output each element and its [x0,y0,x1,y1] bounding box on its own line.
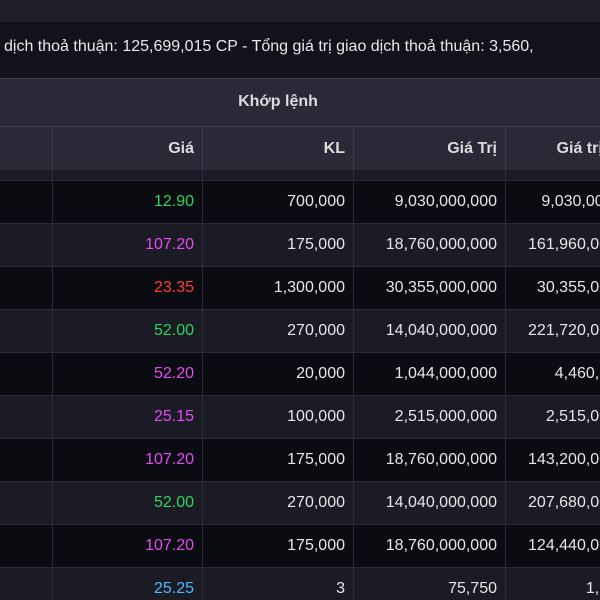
value-cell: 18,760,000,000 [353,525,505,567]
cumulative-value-cell: 2,515,000 [505,396,600,438]
table-row[interactable]: 52.2020,0001,044,000,0004,460,35 [0,352,600,395]
value-cell: 14,040,000,000 [353,170,505,180]
value-cell: 14,040,000,000 [353,310,505,352]
price-cell: 52.20 [52,353,202,395]
table-row[interactable]: 107.20175,00018,760,000,000124,440,000 [0,524,600,567]
column-group-bar [0,0,600,22]
cumulative-value-cell: 207,680,000 [505,482,600,524]
price-cell: 52.00 [52,310,202,352]
cumulative-value-cell: 1,18 [505,568,600,600]
value-cell: 1,044,000,000 [353,353,505,395]
cumulative-value-cell: 235,760,000 [505,170,600,180]
volume-cell: 270,000 [202,310,353,352]
value-cell: 75,750 [353,568,505,600]
column-header-price[interactable]: Giá [52,127,202,171]
volume-cell: 175,000 [202,224,353,266]
column-header-volume[interactable]: KL [202,127,353,171]
value-cell: 30,355,000,000 [353,267,505,309]
volume-cell: 270,000 [202,482,353,524]
volume-cell: 175,000 [202,439,353,481]
column-header-blank [0,127,52,171]
price-cell: 25.15 [52,396,202,438]
row-cell-blank [0,396,52,438]
volume-cell: 700,000 [202,181,353,223]
column-header-cumulative-value[interactable]: Giá trị tí [505,127,600,171]
trades-table-body: 52.00270,00014,040,000,000235,760,00012.… [0,170,600,600]
volume-cell: 1,300,000 [202,267,353,309]
value-cell: 9,030,000,000 [353,181,505,223]
row-cell-blank [0,482,52,524]
table-row[interactable]: 107.20175,00018,760,000,000161,960,000 [0,223,600,266]
row-cell-blank [0,439,52,481]
table-row[interactable]: 23.351,300,00030,355,000,00030,355,000 [0,266,600,309]
cumulative-value-cell: 221,720,000 [505,310,600,352]
volume-cell: 100,000 [202,396,353,438]
table-row[interactable]: 52.00270,00014,040,000,000221,720,000 [0,309,600,352]
price-cell: 107.20 [52,439,202,481]
price-cell: 52.00 [52,482,202,524]
value-cell: 14,040,000,000 [353,482,505,524]
cumulative-value-cell: 143,200,000 [505,439,600,481]
table-row[interactable]: 25.15100,0002,515,000,0002,515,000 [0,395,600,438]
row-cell-blank [0,181,52,223]
row-cell-blank [0,353,52,395]
price-cell: 107.20 [52,224,202,266]
cumulative-value-cell: 4,460,35 [505,353,600,395]
summary-bar: dịch thoả thuận: 125,699,015 CP - Tổng g… [0,22,600,78]
price-cell: 23.35 [52,267,202,309]
table-row[interactable]: 52.00270,00014,040,000,000207,680,000 [0,481,600,524]
summary-text: dịch thoả thuận: 125,699,015 CP - Tổng g… [4,38,534,55]
group-header-matched-orders: Khớp lệnh [0,78,600,126]
table-row[interactable]: 52.00270,00014,040,000,000235,760,000 [0,170,600,180]
volume-cell: 20,000 [202,353,353,395]
column-header-value[interactable]: Giá Trị [353,127,505,171]
table-row[interactable]: 12.90700,0009,030,000,0009,030,000, [0,180,600,223]
row-cell-blank [0,170,52,180]
cumulative-value-cell: 9,030,000, [505,181,600,223]
value-cell: 2,515,000,000 [353,396,505,438]
cumulative-value-cell: 124,440,000 [505,525,600,567]
price-cell: 52.00 [52,170,202,180]
volume-cell: 270,000 [202,170,353,180]
volume-cell: 3 [202,568,353,600]
cumulative-value-cell: 30,355,000 [505,267,600,309]
value-cell: 18,760,000,000 [353,439,505,481]
price-cell: 25.25 [52,568,202,600]
row-cell-blank [0,310,52,352]
row-cell-blank [0,525,52,567]
group-header-label: Khớp lệnh [238,93,318,110]
table-header: Giá KL Giá Trị Giá trị tí [0,126,600,171]
table-row[interactable]: 107.20175,00018,760,000,000143,200,000 [0,438,600,481]
price-cell: 107.20 [52,525,202,567]
cumulative-value-cell: 161,960,000 [505,224,600,266]
volume-cell: 175,000 [202,525,353,567]
row-cell-blank [0,568,52,600]
row-cell-blank [0,224,52,266]
table-row[interactable]: 25.25375,7501,18 [0,567,600,600]
price-cell: 12.90 [52,181,202,223]
row-cell-blank [0,267,52,309]
value-cell: 18,760,000,000 [353,224,505,266]
